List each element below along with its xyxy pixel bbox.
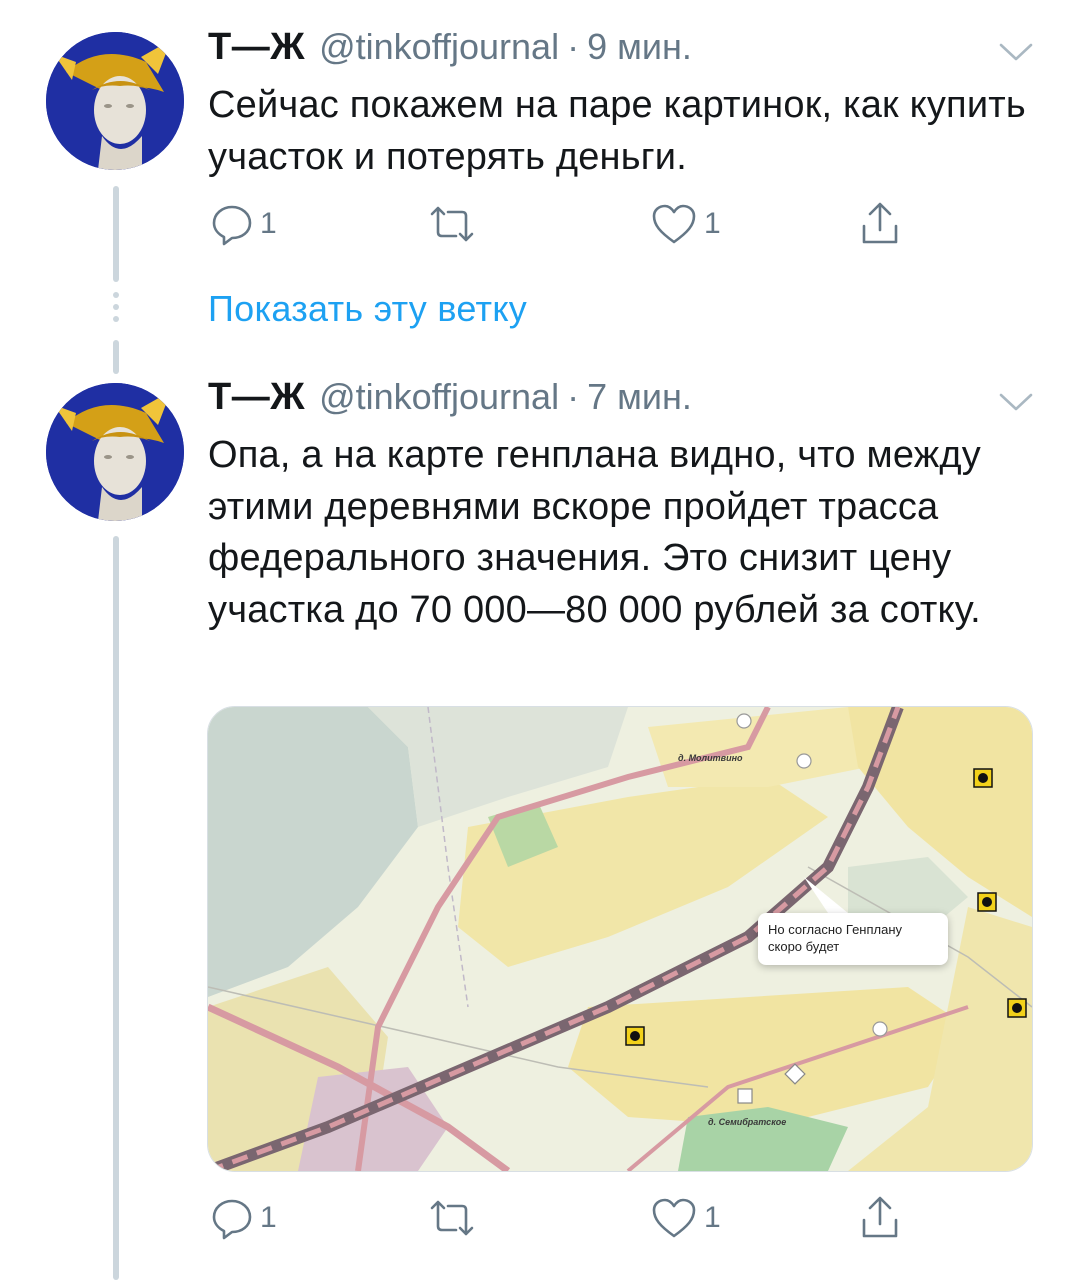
thread-line-top <box>113 186 119 282</box>
like-count: 1 <box>704 207 721 240</box>
action-bar: 1 1 <box>208 194 1028 254</box>
village-label-bottom: д. Семибратское <box>708 1117 787 1127</box>
thread-gap-dots <box>112 292 120 328</box>
avatar[interactable] <box>46 383 184 521</box>
tweet-text: Опа, а на карте генплана видно, что межд… <box>208 434 981 631</box>
tweet-header: Т—Ж @tinkoffjournal · 7 мин. <box>208 376 692 426</box>
like-icon <box>652 204 696 244</box>
author-name[interactable]: Т—Ж <box>208 26 305 69</box>
author-name[interactable]: Т—Ж <box>208 376 305 419</box>
reply-count: 1 <box>260 207 277 240</box>
timestamp[interactable]: 9 мин. <box>587 26 692 68</box>
author-handle[interactable]: @tinkoffjournal <box>319 376 559 418</box>
show-thread-link[interactable]: Показать эту ветку <box>208 288 527 330</box>
village-label-top: д. Молитвино <box>678 753 743 763</box>
share-icon <box>862 202 898 244</box>
share-button[interactable] <box>858 1188 902 1248</box>
thread-line-middle <box>113 340 119 374</box>
reply-button[interactable]: 1 <box>210 1188 277 1248</box>
retweet-button[interactable] <box>426 194 484 254</box>
like-button[interactable]: 1 <box>650 194 721 254</box>
author-handle[interactable]: @tinkoffjournal <box>319 26 559 68</box>
like-icon <box>652 1198 696 1238</box>
chevron-down-icon[interactable] <box>998 40 1034 64</box>
share-button[interactable] <box>858 194 902 254</box>
avatar[interactable] <box>46 32 184 170</box>
thread-line-bottom <box>113 536 119 1280</box>
share-icon <box>862 1196 898 1238</box>
chevron-down-icon[interactable] <box>998 390 1034 414</box>
retweet-icon <box>430 206 474 242</box>
like-count: 1 <box>704 1201 721 1234</box>
map-image[interactable]: Но согласно Генплану скоро будет д. Моли… <box>207 706 1033 1172</box>
separator-dot: · <box>567 26 580 67</box>
reply-icon <box>212 205 252 246</box>
reply-icon <box>212 1199 252 1240</box>
retweet-icon <box>430 1200 474 1236</box>
reply-count: 1 <box>260 1201 277 1234</box>
timestamp[interactable]: 7 мин. <box>587 376 692 418</box>
tweet-header: Т—Ж @tinkoffjournal · 9 мин. <box>208 26 692 76</box>
reply-button[interactable]: 1 <box>210 194 277 254</box>
separator-dot: · <box>567 376 580 417</box>
tweet-text: Сейчас покажем на паре картинок, как куп… <box>208 84 1026 178</box>
action-bar: 1 1 <box>208 1188 1028 1248</box>
like-button[interactable]: 1 <box>650 1188 721 1248</box>
map-callout: Но согласно Генплану скоро будет <box>758 913 948 965</box>
retweet-button[interactable] <box>426 1188 484 1248</box>
